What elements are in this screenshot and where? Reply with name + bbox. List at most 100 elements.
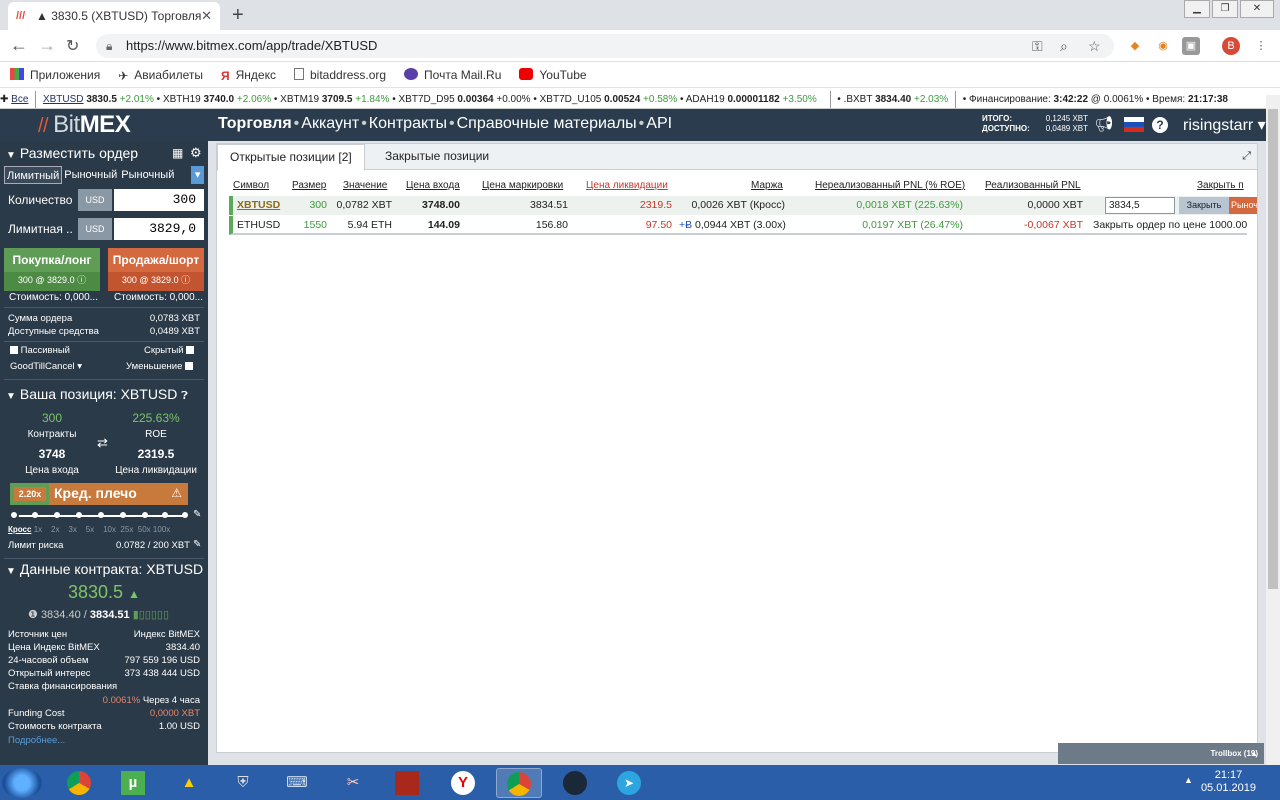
telegram-taskbar-icon[interactable]: ➤ — [606, 768, 652, 798]
time-in-force-select[interactable]: GoodTillCancel ▾ — [10, 361, 82, 372]
passive-checkbox[interactable]: Пассивный — [10, 345, 70, 356]
ticker-item[interactable]: XBTH19 3740.0 +2.06% — [163, 94, 271, 105]
back-arrow-icon[interactable]: ← — [10, 35, 28, 56]
close-price-input[interactable]: 3834,5 — [1105, 197, 1175, 214]
edit-margin-icon[interactable]: +Ƀ — [679, 219, 692, 231]
system-clock[interactable]: 21:17 05.01.2019 — [1201, 769, 1256, 795]
tab-market[interactable]: Рыночный — [62, 166, 119, 184]
trollbox-bar[interactable]: Trollbox (19) ▲ — [1058, 743, 1264, 764]
buy-long-button[interactable]: Покупка/лонг 300 @ 3829.0 ⓘ — [4, 248, 100, 288]
yandex-taskbar-icon[interactable]: Y — [440, 768, 486, 798]
col-mark[interactable]: Цена маркировки — [482, 180, 563, 191]
edit-leverage-icon[interactable]: ✎ — [193, 509, 201, 520]
tool-taskbar-icon[interactable]: ✂ — [330, 768, 376, 798]
nav-trade[interactable]: Торговля — [218, 115, 292, 132]
chrome-active-taskbar-icon[interactable] — [496, 768, 542, 798]
key-icon[interactable]: ⚿ — [1032, 34, 1043, 58]
gear-icon[interactable]: ⚙ — [190, 142, 202, 164]
nav-reference[interactable]: Справочные материалы — [457, 115, 637, 132]
ticker-bxbt[interactable]: .BXBT 3834.40 +2.03% — [844, 94, 949, 105]
extension-icon-2[interactable]: ▣ — [1182, 37, 1200, 55]
tab-open-positions[interactable]: Открытые позиции [2] — [217, 144, 365, 171]
bookmark-mailru[interactable]: Почта Mail.Ru — [404, 67, 501, 82]
limit-price-input[interactable]: 3829,0 — [114, 218, 204, 240]
more-link[interactable]: Подробнее... — [8, 735, 65, 746]
nav-api[interactable]: API — [646, 115, 672, 132]
col-value[interactable]: Значение — [343, 180, 387, 191]
ticker-item[interactable]: XBTM19 3709.5 +1.84% — [280, 94, 389, 105]
forward-arrow-icon[interactable]: → — [38, 35, 56, 56]
star-icon[interactable]: ☆ — [1088, 34, 1101, 58]
keyboard-taskbar-icon[interactable]: ⌨ — [274, 768, 320, 798]
start-button-icon[interactable] — [2, 768, 42, 798]
col-realised-pnl[interactable]: Реализованный PNL — [985, 180, 1081, 191]
url-input[interactable]: 🔒︎ https://www.bitmex.com/app/trade/XBTU… — [96, 34, 1114, 58]
swap-icon[interactable]: ⇄ — [97, 435, 108, 451]
bookmark-apps[interactable]: Приложения — [10, 67, 100, 82]
close-order-text[interactable]: Закрыть ордер по цене 1000.00 — [1093, 219, 1251, 231]
new-tab-button[interactable]: + — [232, 4, 244, 27]
tray-chevron-icon[interactable]: ▲ — [1184, 775, 1193, 785]
ticker-item[interactable]: ADAH19 0.00001182 +3.50% — [686, 94, 817, 105]
expand-icon[interactable]: ⤢ — [1242, 150, 1251, 163]
announcement-icon[interactable]: 📢︎ — [1094, 115, 1114, 135]
bookmark-bitaddress[interactable]: bitaddress.org — [294, 67, 386, 82]
market-close-button[interactable]: Рыночн — [1229, 197, 1257, 214]
edit-risk-icon[interactable]: ✎ — [193, 539, 201, 550]
hidden-checkbox[interactable]: Скрытый — [144, 345, 195, 356]
calculator-icon[interactable]: ▦ — [172, 142, 183, 164]
tab-close-icon[interactable]: ✕ — [201, 8, 212, 24]
extension-icon[interactable]: ◉ — [1154, 37, 1172, 55]
leverage-slider[interactable] — [9, 510, 188, 520]
col-close[interactable]: Закрыть п — [1197, 180, 1244, 191]
row-symbol-link[interactable]: XBTUSD — [237, 199, 280, 211]
col-size[interactable]: Размер — [292, 180, 326, 191]
chrome-menu-icon[interactable]: ⋮ — [1252, 37, 1270, 55]
bitmex-logo[interactable]: // BitMEX — [38, 111, 131, 139]
ticker-item[interactable]: XBT7D_U105 0.00524 +0.58% — [540, 94, 678, 105]
ticker-item[interactable]: XBT7D_D95 0.00364 +0.00% — [399, 94, 531, 105]
tanks-taskbar-icon[interactable]: ⛨ — [220, 768, 266, 798]
sell-short-button[interactable]: Продажа/шорт 300 @ 3829.0 ⓘ — [108, 248, 204, 288]
bookmark-aviabilety[interactable]: ✈ Авиабилеты — [118, 68, 203, 83]
utorrent-taskbar-icon[interactable]: µ — [110, 768, 156, 798]
tab-limit[interactable]: Лимитный — [4, 166, 63, 184]
dota-taskbar-icon[interactable] — [384, 768, 430, 798]
reload-icon[interactable]: ↻ — [66, 36, 79, 56]
row-symbol-link[interactable]: ETHUSD — [237, 219, 280, 231]
chrome-taskbar-icon[interactable] — [56, 768, 102, 798]
leverage-bar[interactable]: 2.20x Кред. плечо ⚠ — [10, 483, 188, 505]
metamask-extension-icon[interactable]: ◆ — [1126, 37, 1144, 55]
tab-closed-positions[interactable]: Закрытые позиции — [373, 144, 501, 170]
bookmark-yandex[interactable]: Я Яндекс — [221, 68, 276, 83]
page-scrollbar[interactable] — [1266, 95, 1280, 765]
col-margin[interactable]: Маржа — [751, 180, 783, 191]
contract-section-header[interactable]: ▼ Данные контракта: XBTUSD — [0, 558, 208, 580]
app-taskbar-icon[interactable]: ▲ — [166, 768, 212, 798]
zoom-icon[interactable]: ⌕ — [1060, 34, 1068, 58]
col-liquidation[interactable]: Цена ликвидации — [586, 180, 668, 191]
order-type-dropdown-icon[interactable]: ▾ — [191, 166, 204, 184]
col-unrealised-pnl[interactable]: Нереализованный PNL (% ROE) — [815, 180, 965, 191]
bookmark-youtube[interactable]: YouTube — [519, 67, 587, 82]
profile-avatar[interactable]: B — [1222, 37, 1240, 55]
quantity-input[interactable]: 300 — [114, 189, 204, 211]
close-button[interactable]: Закрыть — [1179, 197, 1229, 214]
col-symbol[interactable]: Символ — [233, 180, 269, 191]
steam-taskbar-icon[interactable] — [552, 768, 598, 798]
language-flag-icon[interactable] — [1124, 117, 1144, 133]
col-entry[interactable]: Цена входа — [406, 180, 460, 191]
restore-icon[interactable]: ❐ — [1212, 0, 1238, 18]
order-section-header[interactable]: ▼ Разместить ордер ▦ ⚙ — [0, 142, 208, 164]
minimize-icon[interactable]: ▁ — [1184, 0, 1210, 18]
browser-tab[interactable]: /// ▲ 3830.5 (XBTUSD) Торговля - B ✕ — [8, 2, 220, 30]
nav-contracts[interactable]: Контракты — [369, 115, 447, 132]
help-icon[interactable]: ? — [1152, 117, 1168, 133]
reduce-only-checkbox[interactable]: Уменьшение — [126, 361, 194, 372]
tab-stop-market[interactable]: Рыночный стоп — [119, 166, 191, 199]
nav-account[interactable]: Аккаунт — [301, 115, 359, 132]
ticker-item[interactable]: XBTUSD 3830.5 +2.01% — [43, 94, 154, 105]
close-window-icon[interactable]: ✕ — [1240, 0, 1274, 18]
ticker-all-link[interactable]: Все — [11, 94, 28, 105]
user-menu[interactable]: risingstarr ▾ — [1183, 115, 1266, 135]
